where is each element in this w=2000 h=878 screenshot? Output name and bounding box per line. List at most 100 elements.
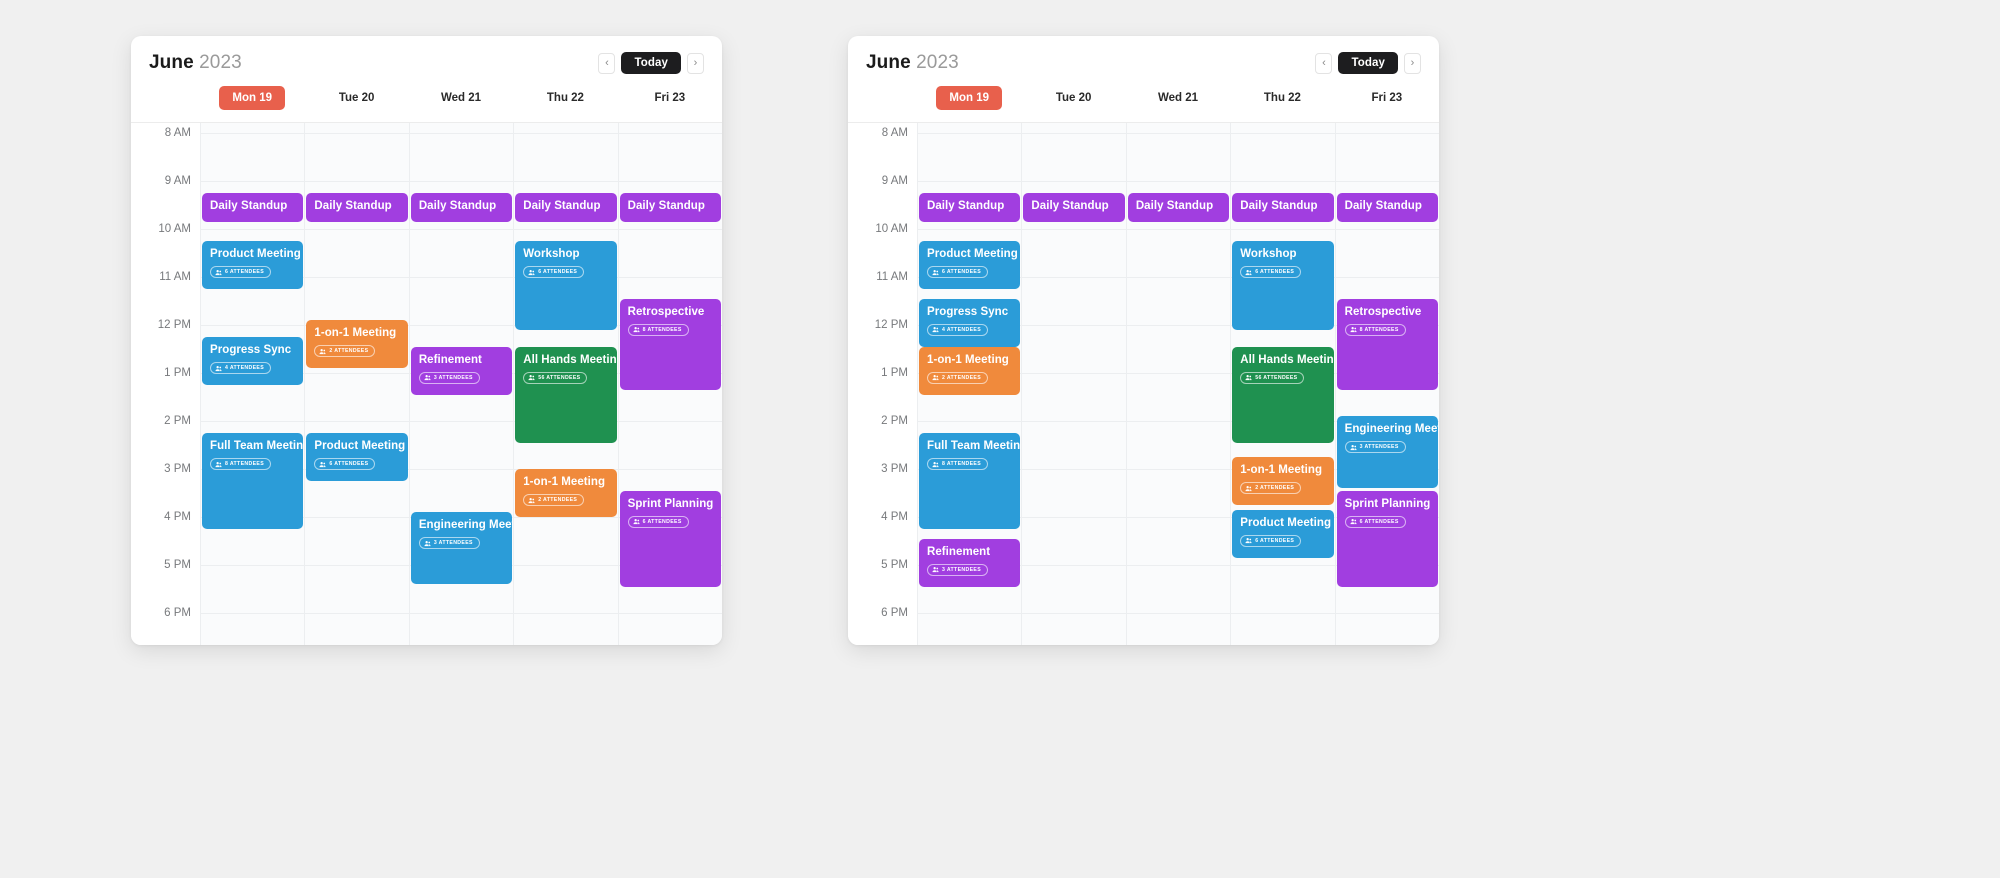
next-week-button[interactable]: › (1404, 52, 1421, 74)
time-label-5: 1 PM (881, 367, 908, 379)
grid-line (1022, 373, 1126, 374)
calendar-stage: June 2023 ‹ Today › Mon 19 Tue 20 Wed 21 Thu 22… (0, 0, 2000, 645)
day-header-row: Mon 19 Tue 20 Wed 21 Thu 22 Fri 23 (848, 76, 1439, 122)
people-icon (319, 348, 326, 355)
day-header-label: Thu 22 (546, 92, 584, 104)
grid-line (1126, 229, 1231, 230)
grid-line (918, 421, 1022, 422)
day-header-4[interactable]: Fri 23 (1335, 86, 1439, 110)
event-block[interactable]: Product Meeting 6 ATTENDEES (919, 241, 1021, 289)
event-block[interactable]: Product Meeting 6 ATTENDEES (1232, 509, 1334, 558)
people-icon (528, 269, 535, 276)
event-block[interactable]: Full Team Meeting 8 ATTENDEES (202, 433, 304, 529)
event-title: Daily Standup (314, 200, 392, 212)
event-title: Daily Standup (1240, 200, 1318, 212)
people-icon (424, 374, 431, 381)
event-block[interactable]: Workshop 6 ATTENDEES (515, 241, 617, 330)
day-column-4[interactable]: Daily Standup Retrospective 8 ATTENDEES Spr… (617, 123, 722, 645)
time-label-10: 6 PM (881, 607, 908, 619)
event-block[interactable]: Daily Standup (619, 193, 722, 222)
grid-line (1126, 373, 1231, 374)
event-block[interactable]: Retrospective 8 ATTENDEES (619, 298, 722, 390)
event-block[interactable]: Engineering Meeting 3 ATTENDEES (410, 512, 513, 585)
day-column-3[interactable]: Daily Standup Workshop 6 ATTENDEES All Hand… (1230, 123, 1335, 645)
calendar-header: June 2023 ‹ Today › (131, 36, 722, 76)
event-title: Engineering Meeting (418, 519, 512, 532)
day-header-label: Fri 23 (1371, 92, 1403, 104)
event-block[interactable]: 1-on-1 Meeting 2 ATTENDEES (1232, 457, 1334, 505)
day-header-4[interactable]: Fri 23 (618, 86, 722, 110)
grid-line (201, 181, 305, 182)
chevron-right-icon: › (693, 56, 698, 69)
event-block[interactable]: Daily Standup (1127, 193, 1230, 222)
day-column-4[interactable]: Daily Standup Retrospective 8 ATTENDEES Eng… (1334, 123, 1439, 645)
day-column-0[interactable]: Daily Standup Product Meeting 6 ATTENDEES P… (917, 123, 1022, 645)
day-header-2[interactable]: Wed 21 (409, 86, 513, 110)
day-header-1[interactable]: Tue 20 (304, 86, 408, 110)
event-block[interactable]: Retrospective 8 ATTENDEES (1336, 298, 1439, 390)
time-label-9: 5 PM (164, 559, 191, 571)
day-column-0[interactable]: Daily Standup Product Meeting 6 ATTENDEES P… (200, 123, 305, 645)
event-block[interactable]: All Hands Meeting 56 ATTENDEES (1232, 346, 1334, 443)
day-column-3[interactable]: Daily Standup Workshop 6 ATTENDEES All Hand… (513, 123, 618, 645)
attendees-count-label: 2 ATTENDEES (942, 374, 982, 381)
event-block[interactable]: Engineering Meeting 3 ATTENDEES (1336, 416, 1439, 489)
day-column-2[interactable]: Daily Standup Refinement 3 ATTENDEES Engine… (408, 123, 514, 645)
event-block[interactable]: Product Meeting 6 ATTENDEES (306, 433, 408, 481)
event-title: All Hands Meeting (523, 353, 617, 366)
people-icon (1245, 374, 1252, 381)
people-icon (1245, 537, 1252, 544)
event-block[interactable]: Progress Sync 4 ATTENDEES (202, 337, 304, 385)
title-month: June (866, 52, 911, 73)
prev-week-button[interactable]: ‹ (598, 52, 616, 74)
event-block[interactable]: Daily Standup (515, 193, 617, 222)
today-button[interactable]: Today (1338, 52, 1398, 74)
event-block[interactable]: 1-on-1 Meeting 2 ATTENDEES (306, 320, 408, 369)
event-block[interactable]: 1-on-1 Meeting 2 ATTENDEES (919, 346, 1021, 395)
event-block[interactable]: Daily Standup (410, 193, 513, 222)
event-block[interactable]: Product Meeting 6 ATTENDEES (202, 241, 304, 289)
event-block[interactable]: Full Team Meeting 8 ATTENDEES (919, 433, 1021, 529)
grid-line (1231, 565, 1335, 566)
people-icon (1350, 326, 1357, 333)
event-block[interactable]: Refinement 3 ATTENDEES (919, 538, 1021, 587)
day-column-2[interactable]: Daily Standup (1125, 123, 1231, 645)
event-title: Product Meeting (1240, 516, 1332, 529)
event-title: 1-on-1 Meeting (314, 327, 397, 340)
day-column-1[interactable]: Daily Standup 1-on-1 Meeting 2 ATTENDEES Pr… (304, 123, 409, 645)
grid-line (1126, 613, 1231, 614)
event-block[interactable]: Daily Standup (919, 193, 1021, 222)
people-icon (1245, 485, 1252, 492)
grid-line (1022, 181, 1126, 182)
event-title: Daily Standup (627, 200, 705, 212)
people-icon (932, 326, 939, 333)
day-header-0[interactable]: Mon 19 (917, 86, 1021, 110)
event-block[interactable]: Daily Standup (202, 193, 304, 222)
event-block[interactable]: Refinement 3 ATTENDEES (410, 346, 513, 395)
event-block[interactable]: Daily Standup (1336, 193, 1439, 222)
prev-week-button[interactable]: ‹ (1315, 52, 1333, 74)
day-header-3[interactable]: Thu 22 (513, 86, 617, 110)
day-header-0[interactable]: Mon 19 (200, 86, 304, 110)
day-column-1[interactable]: Daily Standup (1021, 123, 1126, 645)
event-block[interactable]: Daily Standup (306, 193, 408, 222)
today-button[interactable]: Today (621, 52, 681, 74)
event-block[interactable]: All Hands Meeting 56 ATTENDEES (515, 346, 617, 443)
event-block[interactable]: 1-on-1 Meeting 2 ATTENDEES (515, 469, 617, 517)
next-week-button[interactable]: › (687, 52, 704, 74)
day-header-1[interactable]: Tue 20 (1021, 86, 1125, 110)
event-block[interactable]: Sprint Planning 6 ATTENDEES (619, 490, 722, 587)
day-header-3[interactable]: Thu 22 (1230, 86, 1334, 110)
event-block[interactable]: Sprint Planning 6 ATTENDEES (1336, 490, 1439, 587)
event-block[interactable]: Daily Standup (1023, 193, 1125, 222)
time-label-3: 11 AM (876, 271, 908, 283)
day-header-2[interactable]: Wed 21 (1126, 86, 1230, 110)
attendees-count-label: 6 ATTENDEES (642, 518, 682, 525)
event-block[interactable]: Progress Sync 4 ATTENDEES (919, 298, 1021, 347)
attendees-badge: 3 ATTENDEES (1344, 441, 1406, 454)
event-block[interactable]: Workshop 6 ATTENDEES (1232, 241, 1334, 330)
people-icon (215, 269, 222, 276)
grid-line (305, 181, 409, 182)
event-title: Sprint Planning (627, 497, 714, 510)
event-block[interactable]: Daily Standup (1232, 193, 1334, 222)
